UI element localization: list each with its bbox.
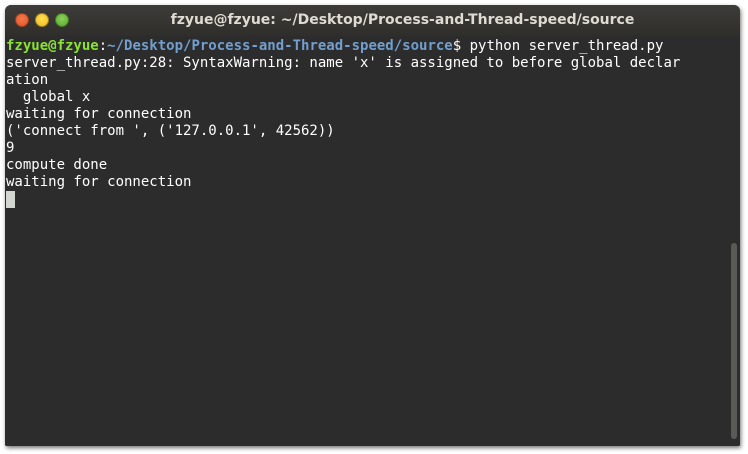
terminal-text: fzyue@fzyue:~/Desktop/Process-and-Thread… <box>5 36 727 208</box>
prompt-line: fzyue@fzyue:~/Desktop/Process-and-Thread… <box>6 38 727 55</box>
scrollbar-track[interactable] <box>727 36 740 446</box>
output-line: ation <box>6 72 49 88</box>
window-title: fzyue@fzyue: ~/Desktop/Process-and-Threa… <box>170 12 635 28</box>
output-line: waiting for connection <box>6 106 192 122</box>
prompt-user-host: fzyue@fzyue <box>6 38 99 54</box>
prompt-symbol: $ <box>452 38 470 54</box>
output-line: ('connect from ', ('127.0.0.1', 42562)) <box>6 123 335 139</box>
output-line: server_thread.py:28: SyntaxWarning: name… <box>6 55 681 71</box>
terminal-window: fzyue@fzyue: ~/Desktop/Process-and-Threa… <box>5 5 740 446</box>
output-line: waiting for connection <box>6 174 192 190</box>
prompt-path: ~/Desktop/Process-and-Thread-speed/sourc… <box>107 38 453 54</box>
cursor-line <box>6 191 727 208</box>
text-cursor <box>6 191 15 208</box>
close-window-button[interactable] <box>15 13 29 27</box>
output-line: compute done <box>6 157 108 173</box>
prompt-separator: : <box>98 38 108 54</box>
output-line: 9 <box>6 140 15 156</box>
prompt-command: python server_thread.py <box>469 38 664 54</box>
scrollbar-thumb[interactable] <box>731 243 737 439</box>
terminal-output[interactable]: fzyue@fzyue:~/Desktop/Process-and-Thread… <box>5 36 727 446</box>
title-bar[interactable]: fzyue@fzyue: ~/Desktop/Process-and-Threa… <box>5 5 740 36</box>
output-line: global x <box>6 89 91 105</box>
minimize-window-button[interactable] <box>35 13 49 27</box>
